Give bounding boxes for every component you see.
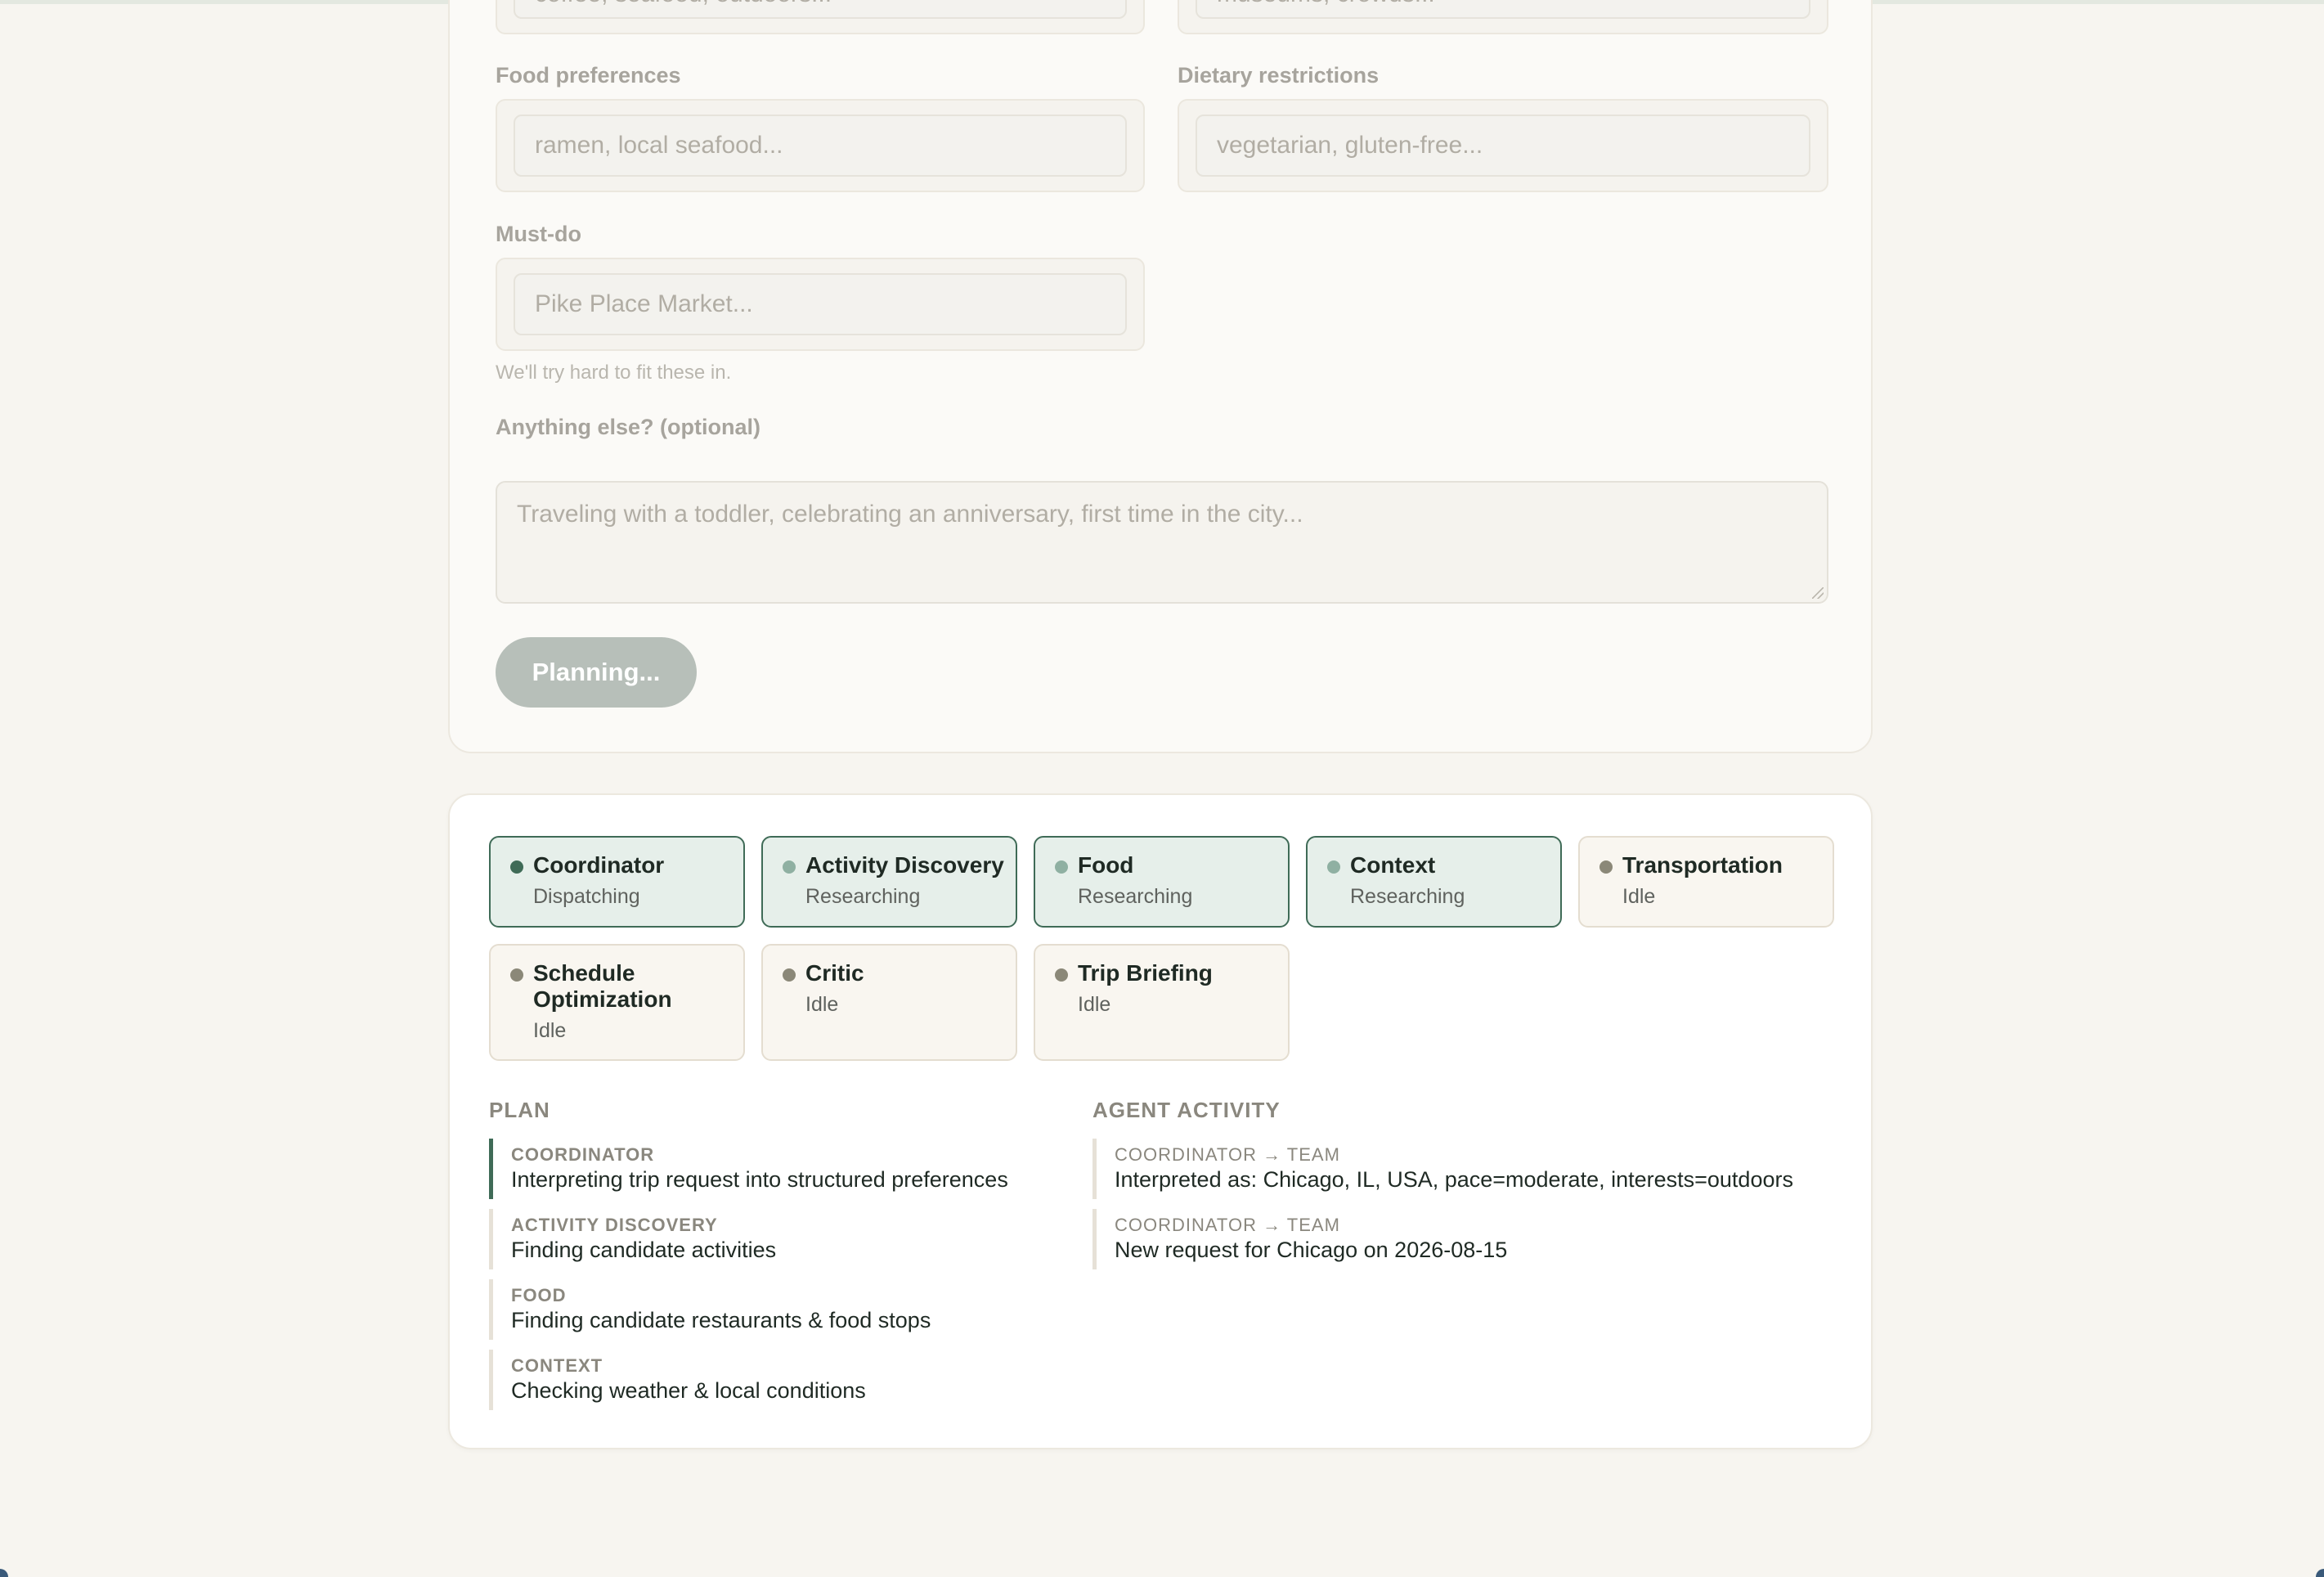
plan-item-agent: ACTIVITY DISCOVERY	[511, 1215, 718, 1235]
plan-item: FOOD Finding candidate restaurants & foo…	[489, 1279, 1045, 1340]
planning-button[interactable]: Planning...	[496, 637, 697, 708]
agent-name: Transportation	[1622, 852, 1783, 878]
activity-route: COORDINATOR → TEAM	[1115, 1144, 1340, 1165]
agent-status: Researching	[1078, 885, 1193, 908]
plan-item: CONTEXT Checking weather & local conditi…	[489, 1350, 1045, 1410]
agent-card-activity-discovery[interactable]: Activity Discovery Researching	[761, 836, 1017, 928]
notes-field	[496, 481, 1828, 604]
activity-item: COORDINATOR → TEAM New request for Chica…	[1092, 1209, 1828, 1269]
notes-label: Anything else? (optional)	[496, 415, 760, 439]
agent-status: Idle	[533, 1019, 567, 1042]
window-corner	[2316, 1569, 2324, 1577]
agent-activity-title: AGENT ACTIVITY	[1092, 1098, 1281, 1122]
plan-item: COORDINATOR Interpreting trip request in…	[489, 1139, 1045, 1199]
plan-item-text: Finding candidate activities	[511, 1238, 777, 1262]
status-dot-icon	[1055, 968, 1068, 982]
agent-status: Idle	[805, 993, 839, 1016]
interests-field	[496, 0, 1145, 34]
food-preferences-field	[496, 99, 1145, 192]
plan-item-text: Interpreting trip request into structure…	[511, 1167, 1008, 1192]
agent-card-trip-briefing[interactable]: Trip Briefing Idle	[1034, 944, 1290, 1061]
activity-text: New request for Chicago on 2026-08-15	[1115, 1238, 1508, 1262]
activity-text: Interpreted as: Chicago, IL, USA, pace=m…	[1115, 1167, 1793, 1192]
dietary-restrictions-input[interactable]	[1196, 115, 1810, 177]
status-dot-icon	[1327, 860, 1340, 874]
agent-card-coordinator[interactable]: Coordinator Dispatching	[489, 836, 745, 928]
plan-item-agent: FOOD	[511, 1285, 567, 1305]
plan-item-agent: COORDINATOR	[511, 1144, 655, 1165]
agent-name: Coordinator	[533, 852, 665, 878]
agent-status: Researching	[1350, 885, 1465, 908]
plan-item-text: Finding candidate restaurants & food sto…	[511, 1308, 931, 1332]
must-do-label: Must-do	[496, 222, 581, 246]
must-do-field	[496, 258, 1145, 351]
activity-route: COORDINATOR → TEAM	[1115, 1215, 1340, 1235]
agent-card-critic[interactable]: Critic Idle	[761, 944, 1017, 1061]
food-preferences-input[interactable]	[514, 115, 1127, 177]
status-dot-icon	[783, 860, 796, 874]
agent-status: Dispatching	[533, 885, 640, 908]
agent-name: Context	[1350, 852, 1436, 878]
agent-status: Idle	[1622, 885, 1656, 908]
food-preferences-label: Food preferences	[496, 63, 681, 88]
agents-panel: Coordinator Dispatching Activity Discove…	[448, 793, 1873, 1449]
agent-status: Idle	[1078, 993, 1111, 1016]
activity-item: COORDINATOR → TEAM Interpreted as: Chica…	[1092, 1139, 1828, 1199]
status-dot-icon	[510, 860, 523, 874]
status-dot-icon	[783, 968, 796, 982]
agent-card-schedule-optimization[interactable]: Schedule Optimization Idle	[489, 944, 745, 1061]
status-dot-icon	[510, 968, 523, 982]
agent-name: Food	[1078, 852, 1134, 878]
dietary-restrictions-field	[1178, 99, 1828, 192]
window-corner	[0, 1569, 8, 1577]
agent-status: Researching	[805, 885, 921, 908]
agent-name: Schedule Optimization	[533, 960, 672, 1012]
must-do-input[interactable]	[514, 273, 1127, 335]
plan-item-agent: CONTEXT	[511, 1355, 603, 1376]
must-do-hint: We'll try hard to fit these in.	[496, 362, 732, 384]
agent-name: Activity Discovery	[805, 852, 1004, 878]
agent-name: Critic	[805, 960, 864, 986]
status-dot-icon	[1055, 860, 1068, 874]
plan-title: PLAN	[489, 1098, 550, 1122]
agent-card-transportation[interactable]: Transportation Idle	[1578, 836, 1834, 928]
plan-item: ACTIVITY DISCOVERY Finding candidate act…	[489, 1209, 1045, 1269]
agent-card-food[interactable]: Food Researching	[1034, 836, 1290, 928]
agent-card-context[interactable]: Context Researching	[1306, 836, 1562, 928]
interests-input[interactable]	[514, 0, 1127, 19]
avoid-input[interactable]	[1196, 0, 1810, 19]
dietary-restrictions-label: Dietary restrictions	[1178, 63, 1380, 88]
avoid-field	[1178, 0, 1828, 34]
notes-textarea[interactable]	[497, 483, 1827, 602]
resize-grip-icon[interactable]	[1812, 587, 1824, 599]
status-dot-icon	[1599, 860, 1613, 874]
plan-item-text: Checking weather & local conditions	[511, 1378, 866, 1403]
trip-form-panel: Food preferences Dietary restrictions Mu…	[448, 0, 1873, 753]
agent-name: Trip Briefing	[1078, 960, 1213, 986]
